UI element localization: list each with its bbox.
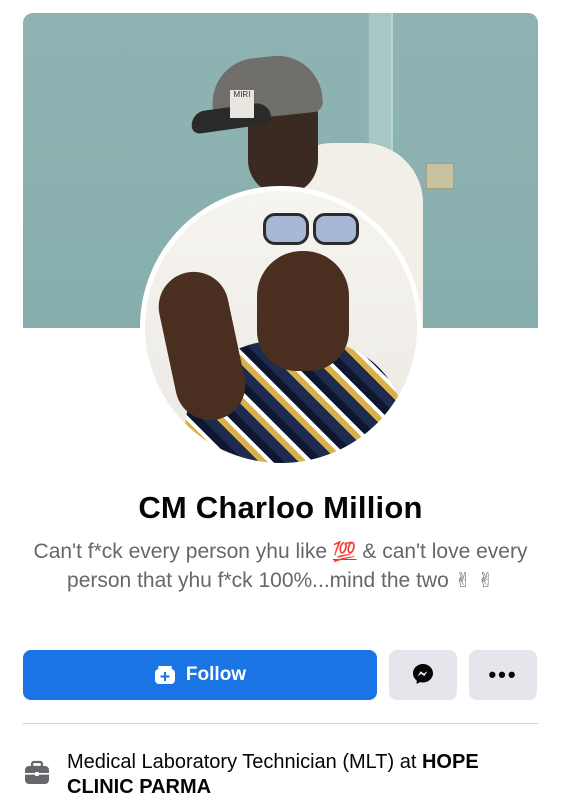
work-description: Medical Laboratory Technician (MLT) at H…	[67, 750, 538, 800]
follow-button[interactable]: Follow	[23, 650, 377, 700]
follow-label: Follow	[185, 664, 247, 685]
bio-text-part1: Can't f*ck every person yhu like	[33, 540, 333, 563]
profile-name: CM Charloo Million	[138, 490, 423, 525]
messenger-button[interactable]	[389, 650, 457, 700]
cover-cap-tag: MIRI	[230, 90, 254, 118]
avatar-face	[257, 251, 349, 371]
victory-hand-icon: ✌	[454, 570, 472, 592]
avatar-arm	[152, 265, 252, 427]
victory-hand-icon-2: ✌	[477, 570, 494, 592]
avatar-sunglasses	[263, 213, 359, 245]
add-friend-icon	[154, 665, 176, 685]
profile-picture[interactable]	[140, 186, 422, 468]
more-dots-icon: •••	[488, 662, 518, 687]
more-options-button[interactable]: •••	[469, 650, 537, 700]
messenger-icon	[411, 662, 435, 689]
work-info: Medical Laboratory Technician (MLT) at H…	[23, 750, 538, 800]
section-divider	[23, 723, 538, 724]
profile-picture-image	[145, 191, 417, 463]
cover-socket	[426, 163, 454, 189]
work-title: Medical Laboratory Technician (MLT) at	[67, 751, 422, 773]
hundred-points-icon: 💯	[332, 542, 357, 563]
briefcase-icon	[23, 760, 51, 786]
profile-bio: Can't f*ck every person yhu like 💯 & can…	[30, 538, 531, 595]
